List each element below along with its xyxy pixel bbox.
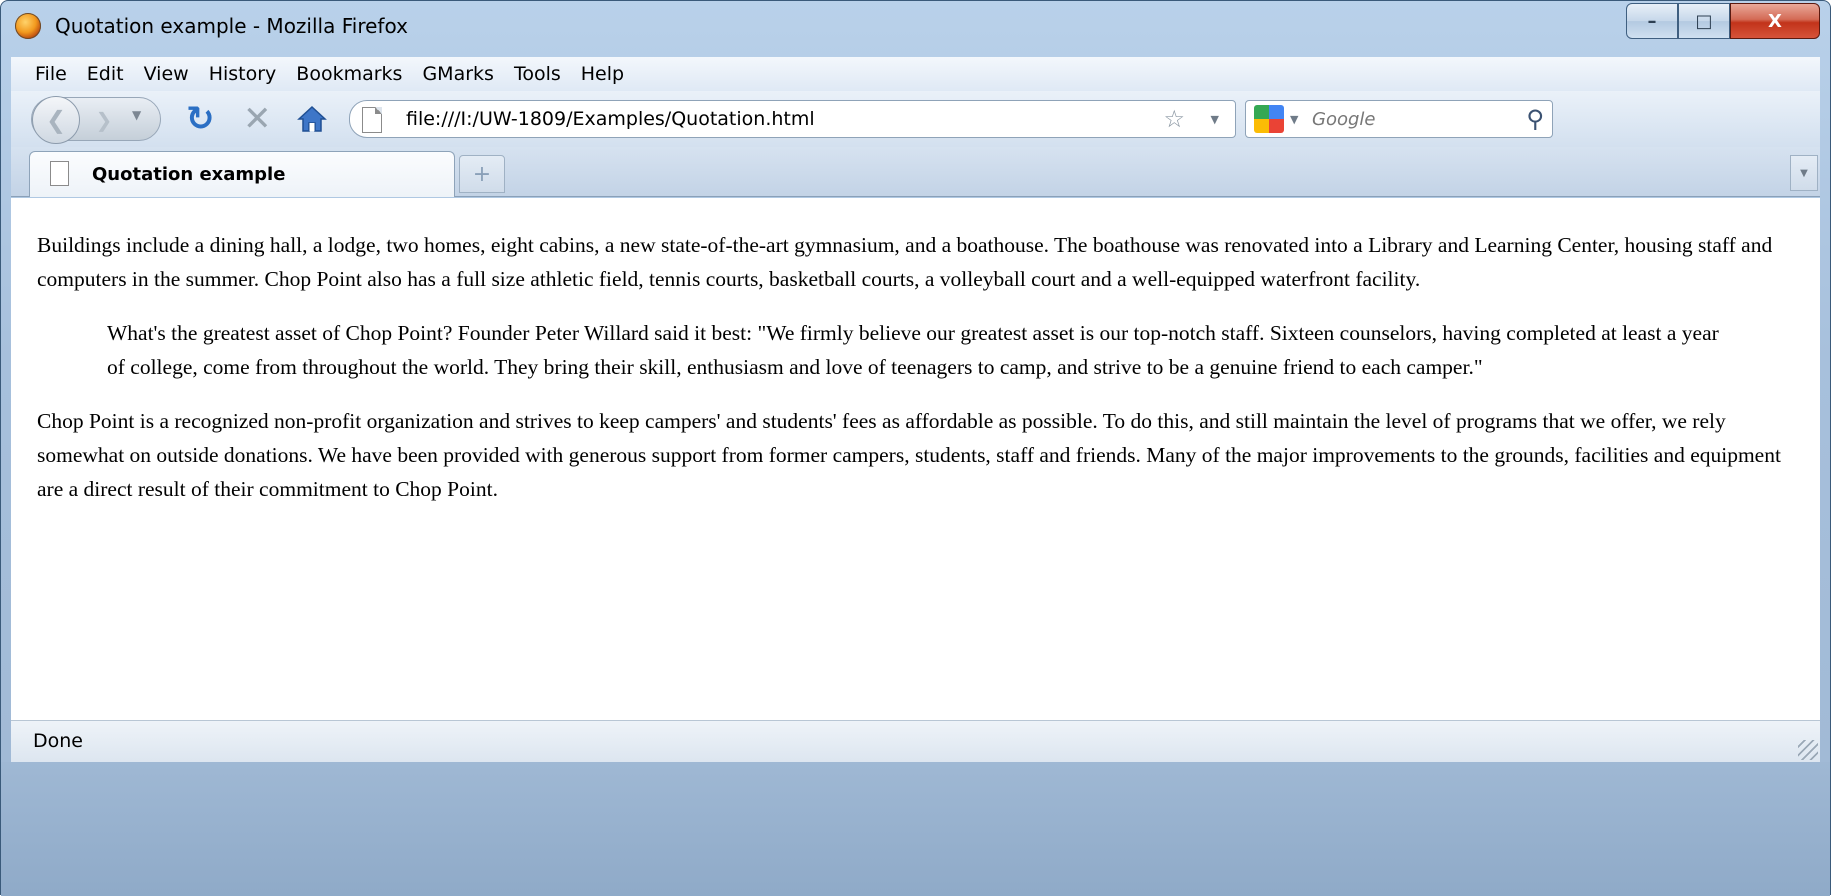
- stop-button[interactable]: ✕: [243, 101, 272, 137]
- forward-icon: ❯: [95, 108, 113, 132]
- forward-button[interactable]: ❯: [84, 106, 124, 134]
- url-dropdown-icon[interactable]: ▼: [1211, 113, 1219, 126]
- menu-file[interactable]: File: [35, 63, 67, 85]
- back-button[interactable]: ❮: [32, 96, 80, 144]
- close-button[interactable]: X: [1730, 3, 1820, 39]
- title-bar: Quotation example - Mozilla Firefox – □ …: [1, 1, 1830, 53]
- new-tab-button[interactable]: +: [459, 155, 505, 193]
- page-icon: [50, 161, 69, 186]
- stop-icon: ✕: [243, 99, 272, 139]
- back-icon: ❮: [45, 106, 67, 134]
- reload-icon: ↻: [186, 99, 215, 139]
- menu-history[interactable]: History: [209, 63, 277, 85]
- home-icon: [297, 105, 327, 132]
- back-forward-group: ❮ ❯ ▼: [31, 96, 161, 144]
- firefox-icon: [15, 13, 41, 39]
- history-dropdown-icon[interactable]: ▼: [132, 108, 141, 122]
- status-text: Done: [33, 730, 83, 752]
- tab-list-button[interactable]: ▼: [1790, 155, 1818, 191]
- blockquote: What's the greatest asset of Chop Point?…: [107, 321, 1719, 379]
- resize-grip-icon[interactable]: [1798, 740, 1818, 760]
- paragraph-2: Chop Point is a recognized non-profit or…: [37, 409, 1781, 501]
- status-bar: Done: [11, 720, 1820, 762]
- bookmark-star-icon[interactable]: ☆: [1163, 105, 1185, 133]
- menu-edit[interactable]: Edit: [87, 63, 124, 85]
- search-input[interactable]: Google: [1312, 109, 1375, 130]
- maximize-button[interactable]: □: [1678, 3, 1730, 39]
- chevron-down-icon: ▼: [1800, 167, 1808, 179]
- tab-quotation-example[interactable]: Quotation example: [29, 151, 455, 197]
- menu-help[interactable]: Help: [581, 63, 624, 85]
- browser-window: Quotation example - Mozilla Firefox – □ …: [0, 0, 1831, 896]
- url-text[interactable]: file:///I:/UW-1809/Examples/Quotation.ht…: [406, 108, 815, 130]
- navigation-toolbar: ❮ ❯ ▼ ↻ ✕ file:///I:/UW-1809/Examples/Qu…: [11, 91, 1820, 147]
- search-icon[interactable]: ⚲: [1526, 105, 1544, 133]
- tab-label: Quotation example: [92, 164, 286, 185]
- window-controls: – □ X: [1626, 3, 1820, 39]
- menu-tools[interactable]: Tools: [514, 63, 561, 85]
- menu-gmarks[interactable]: GMarks: [422, 63, 493, 85]
- reload-button[interactable]: ↻: [186, 101, 215, 137]
- window-frame-bottom: [1, 762, 1830, 896]
- google-icon[interactable]: [1254, 105, 1284, 133]
- address-bar[interactable]: file:///I:/UW-1809/Examples/Quotation.ht…: [349, 100, 1236, 138]
- menu-bar: File Edit View History Bookmarks GMarks …: [11, 57, 1820, 91]
- home-button[interactable]: [297, 105, 327, 133]
- paragraph-1: Buildings include a dining hall, a lodge…: [37, 233, 1773, 291]
- search-engine-dropdown-icon[interactable]: ▼: [1290, 113, 1298, 126]
- menu-view[interactable]: View: [144, 63, 189, 85]
- page-icon: [362, 107, 382, 133]
- page-content: Buildings include a dining hall, a lodge…: [11, 198, 1820, 720]
- tab-bar: Quotation example + ▼: [11, 147, 1820, 197]
- minimize-button[interactable]: –: [1626, 3, 1678, 39]
- search-bar[interactable]: ▼ Google ⚲: [1245, 100, 1553, 138]
- window-title: Quotation example - Mozilla Firefox: [55, 14, 408, 38]
- menu-bookmarks[interactable]: Bookmarks: [296, 63, 402, 85]
